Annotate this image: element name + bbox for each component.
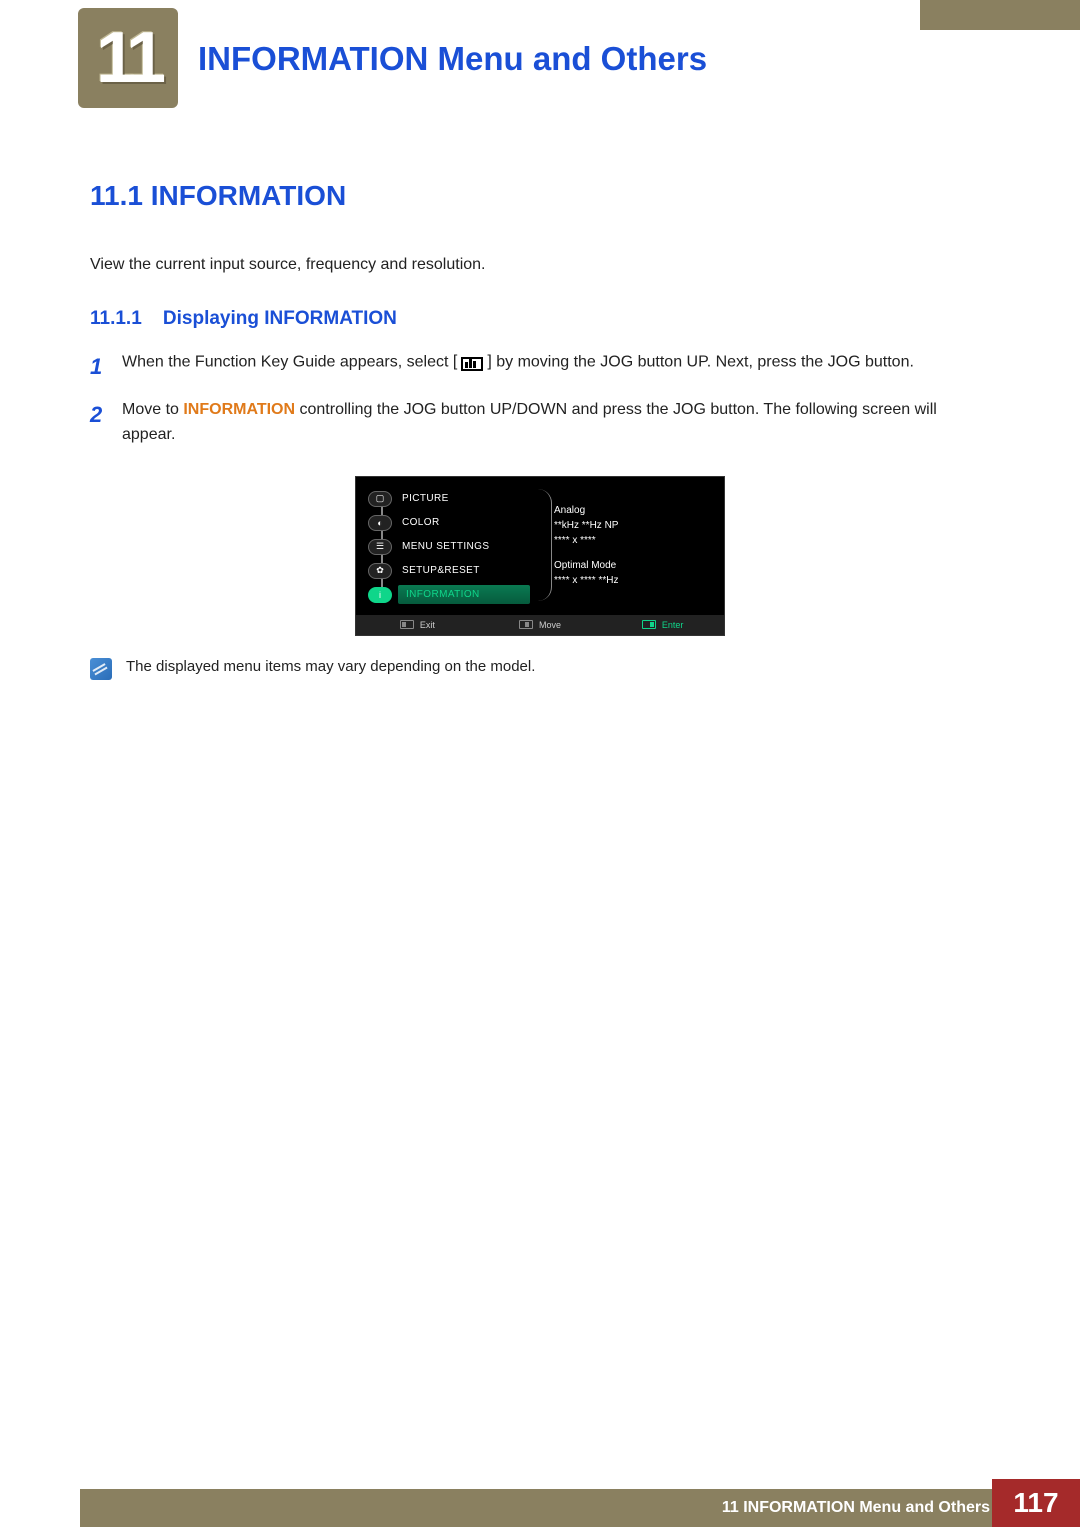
step-1: 1 When the Function Key Guide appears, s… bbox=[90, 350, 990, 384]
chapter-title: INFORMATION Menu and Others bbox=[198, 40, 707, 78]
osd-info-panel: Analog **kHz **Hz NP **** x **** Optimal… bbox=[536, 477, 724, 615]
osd-panel: ▢ PICTURE ◐ COLOR ☰ MENU SETTINGS ✿ SETU… bbox=[355, 476, 725, 636]
subsection-number: 11.1.1 bbox=[90, 308, 142, 329]
header-accent-bar bbox=[920, 0, 1080, 30]
page-number: 117 bbox=[1013, 1487, 1058, 1519]
osd-curve-line bbox=[530, 489, 552, 601]
osd-item-label: PICTURE bbox=[402, 493, 449, 504]
picture-icon: ▢ bbox=[368, 491, 392, 507]
menu-icon bbox=[461, 357, 483, 371]
osd-hint-move: Move bbox=[479, 615, 602, 635]
osd-menu-list: ▢ PICTURE ◐ COLOR ☰ MENU SETTINGS ✿ SETU… bbox=[356, 477, 536, 615]
osd-item-label: MENU SETTINGS bbox=[402, 541, 489, 552]
step-list: 1 When the Function Key Guide appears, s… bbox=[90, 350, 990, 448]
step-body: Move to INFORMATION controlling the JOG … bbox=[122, 398, 990, 448]
osd-info-line: **** x **** **Hz bbox=[554, 573, 714, 588]
osd-item-label: SETUP&RESET bbox=[402, 565, 480, 576]
subsection-title: 11.1.1 Displaying INFORMATION bbox=[90, 308, 990, 330]
osd-bottom-bar: Exit Move Enter bbox=[356, 615, 724, 635]
osd-hint-label: Exit bbox=[420, 620, 435, 630]
chapter-number-badge: 11 bbox=[78, 8, 178, 108]
step-body: When the Function Key Guide appears, sel… bbox=[122, 350, 990, 384]
section-intro: View the current input source, frequency… bbox=[90, 256, 990, 274]
osd-info-line: **** x **** bbox=[554, 533, 714, 548]
info-icon: i bbox=[368, 587, 392, 603]
footer-bar: 11 INFORMATION Menu and Others bbox=[80, 1489, 1080, 1527]
menu-settings-icon: ☰ bbox=[368, 539, 392, 555]
section-title: 11.1 INFORMATION bbox=[90, 180, 990, 212]
button-right-icon bbox=[642, 620, 656, 629]
page-number-box: 117 bbox=[992, 1479, 1080, 1527]
osd-info-line: Analog bbox=[554, 503, 714, 518]
osd-info-line: Optimal Mode bbox=[554, 558, 714, 573]
chapter-number: 11 bbox=[96, 17, 160, 99]
subsection-name: Displaying INFORMATION bbox=[163, 308, 397, 329]
osd-item-picture: ▢ PICTURE bbox=[356, 487, 536, 511]
osd-screenshot: ▢ PICTURE ◐ COLOR ☰ MENU SETTINGS ✿ SETU… bbox=[90, 476, 990, 636]
step-text-before: Move to bbox=[122, 401, 183, 418]
step-number: 2 bbox=[90, 398, 122, 448]
note-row: The displayed menu items may vary depend… bbox=[90, 658, 990, 680]
note-icon bbox=[90, 658, 112, 680]
osd-hint-label: Enter bbox=[662, 620, 684, 630]
osd-item-label: INFORMATION bbox=[398, 585, 530, 604]
osd-info-line: **kHz **Hz NP bbox=[554, 518, 714, 533]
step-number: 1 bbox=[90, 350, 122, 384]
osd-info-block-1: Analog **kHz **Hz NP **** x **** bbox=[554, 503, 714, 548]
osd-hint-label: Move bbox=[539, 620, 561, 630]
color-icon: ◐ bbox=[368, 515, 392, 531]
page-content: 11.1 INFORMATION View the current input … bbox=[90, 180, 990, 680]
note-text: The displayed menu items may vary depend… bbox=[126, 658, 535, 675]
osd-item-label: COLOR bbox=[402, 517, 440, 528]
osd-item-setup-reset: ✿ SETUP&RESET bbox=[356, 559, 536, 583]
step-text-after: by moving the JOG button UP. Next, press… bbox=[496, 354, 914, 371]
osd-hint-enter: Enter bbox=[601, 615, 724, 635]
footer-chapter-ref: 11 INFORMATION Menu and Others bbox=[722, 1499, 990, 1517]
button-mid-icon bbox=[519, 620, 533, 629]
step-text-before: When the Function Key Guide appears, sel… bbox=[122, 354, 453, 371]
step-2: 2 Move to INFORMATION controlling the JO… bbox=[90, 398, 990, 448]
keyword-information: INFORMATION bbox=[183, 401, 295, 418]
button-left-icon bbox=[400, 620, 414, 629]
osd-item-menu-settings: ☰ MENU SETTINGS bbox=[356, 535, 536, 559]
osd-item-information: i INFORMATION bbox=[356, 583, 536, 607]
osd-item-color: ◐ COLOR bbox=[356, 511, 536, 535]
osd-hint-exit: Exit bbox=[356, 615, 479, 635]
gear-icon: ✿ bbox=[368, 563, 392, 579]
osd-info-block-2: Optimal Mode **** x **** **Hz bbox=[554, 558, 714, 588]
menu-icon-bracket: [ ] bbox=[453, 350, 492, 375]
